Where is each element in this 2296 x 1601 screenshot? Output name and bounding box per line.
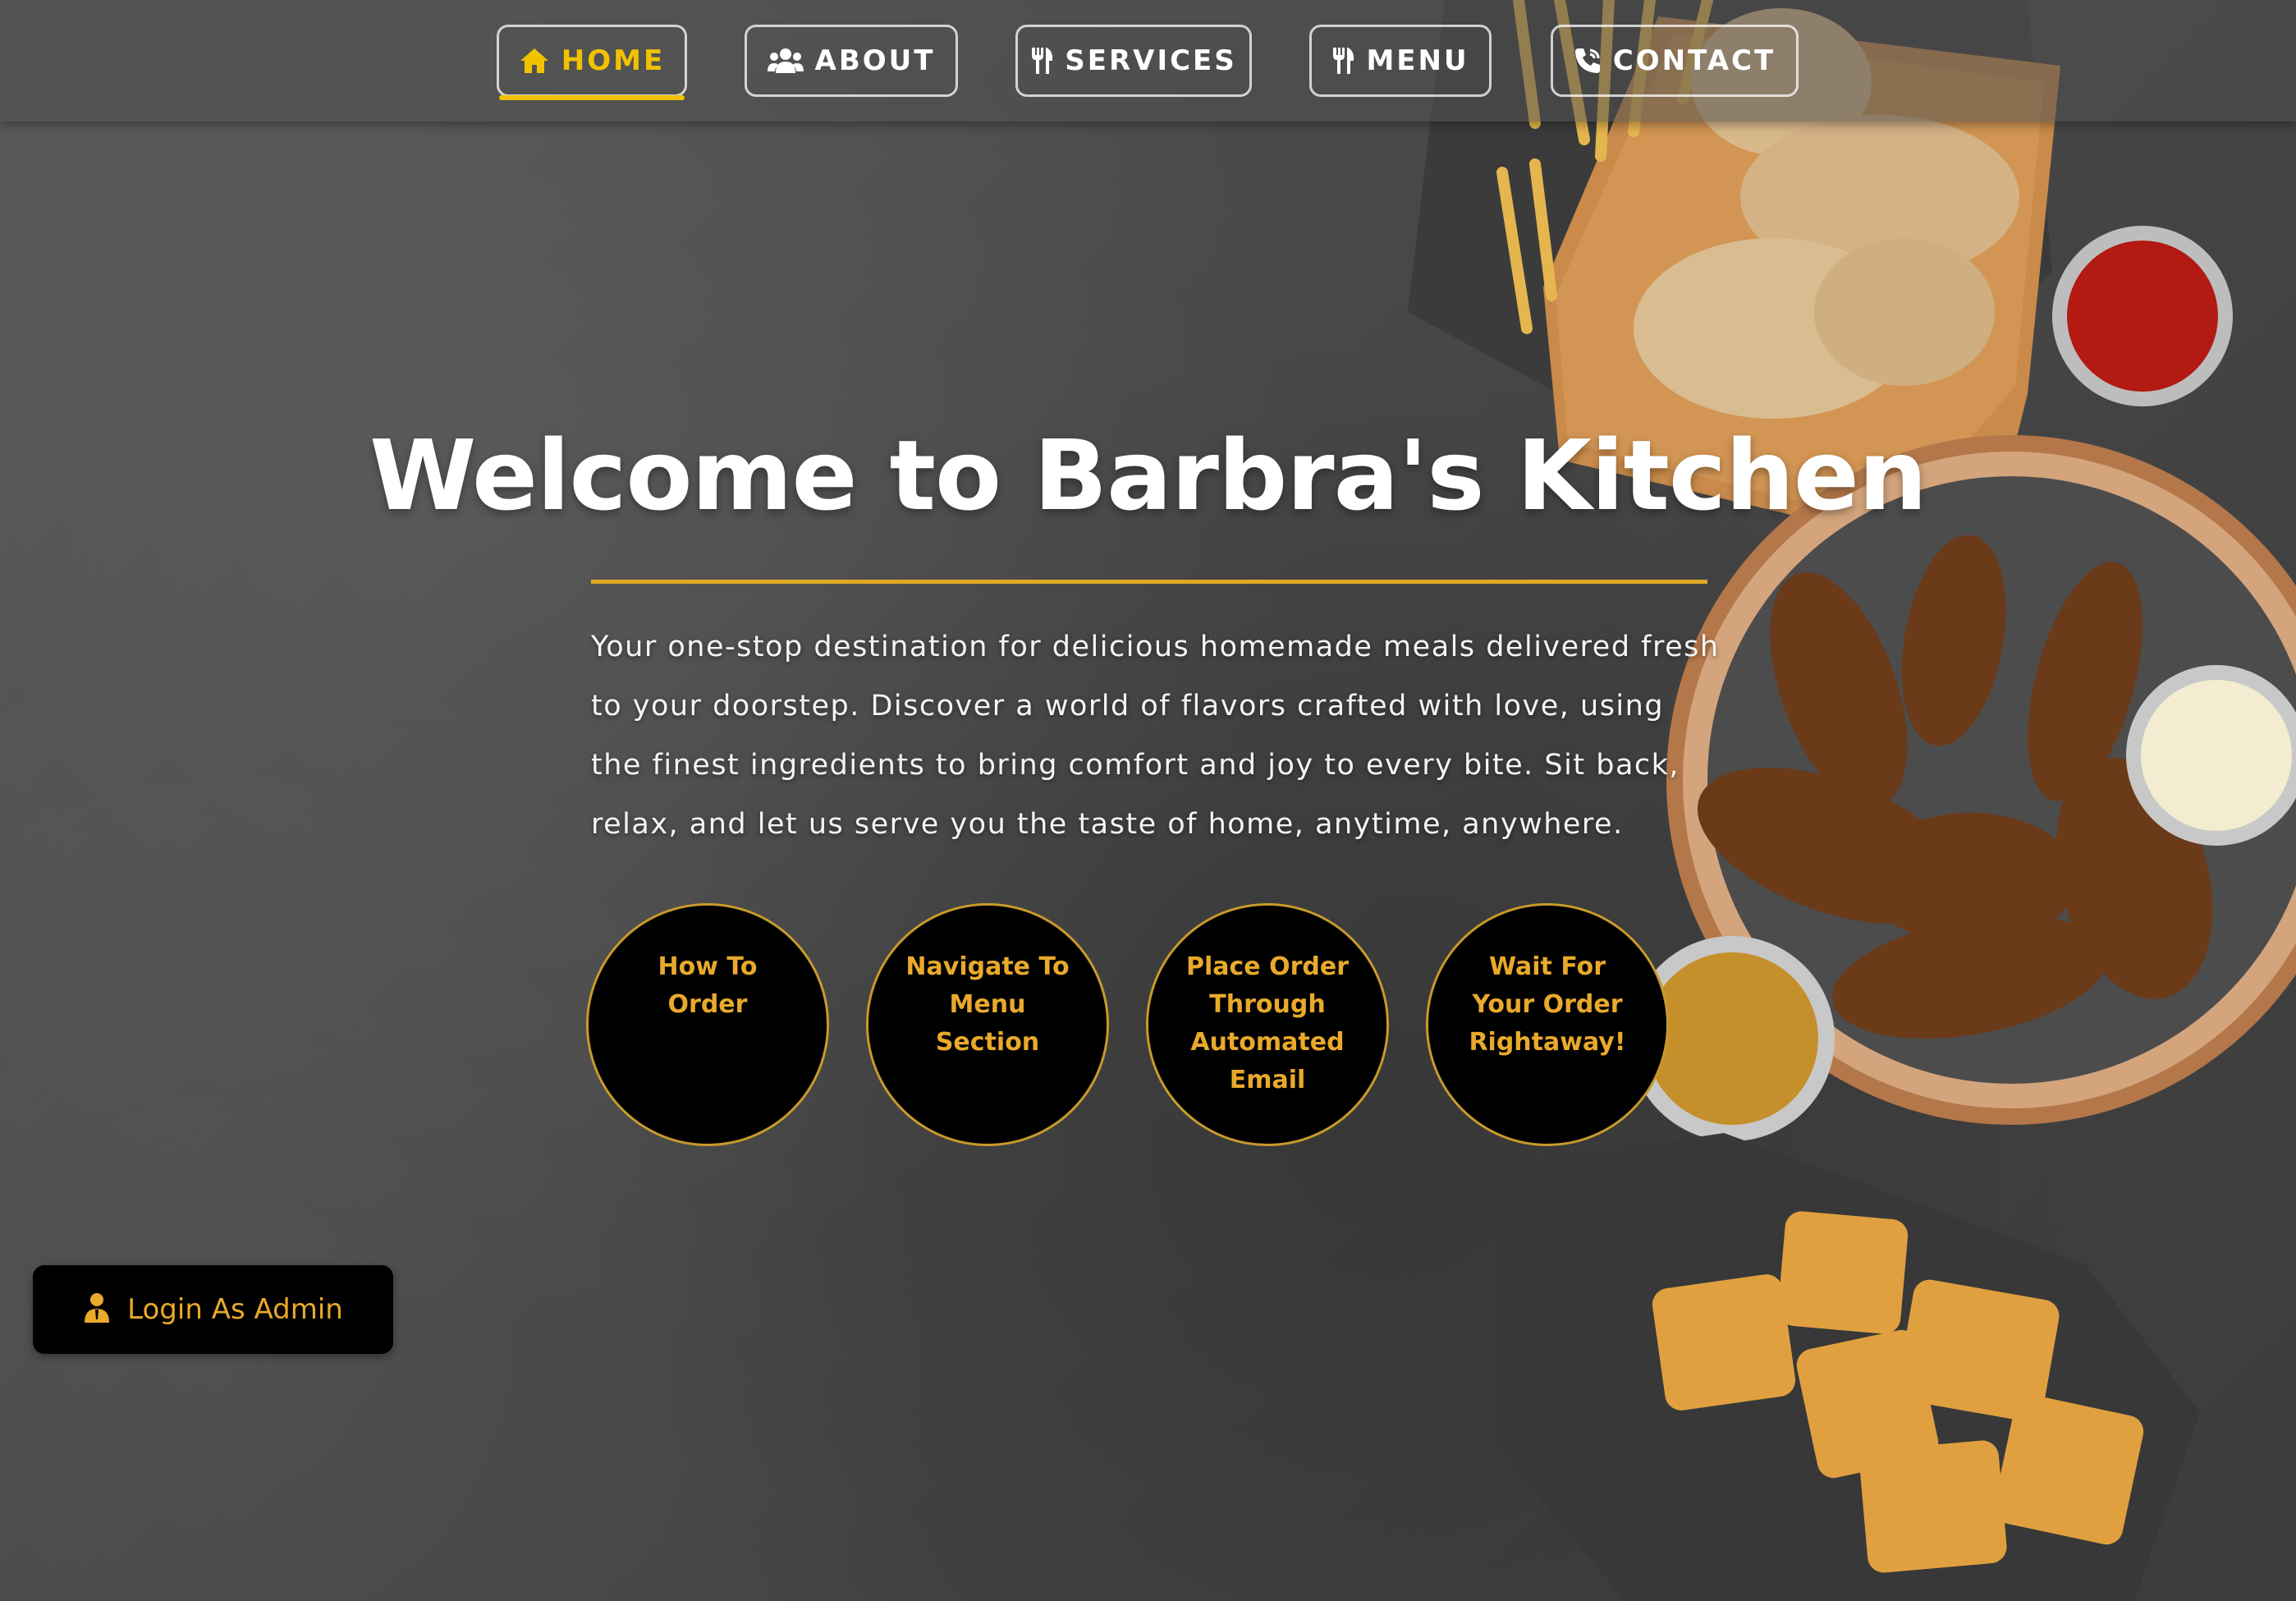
top-navbar: HOME ABOUT SERVICES MENU CONTACT — [0, 0, 2296, 122]
nav-services[interactable]: SERVICES — [1015, 25, 1252, 97]
utensils-icon — [1331, 46, 1354, 76]
step-label: Navigate To Menu Section — [905, 952, 1070, 1057]
hero-description: Your one-stop destination for delicious … — [591, 631, 1720, 841]
login-as-admin-label: Login As Admin — [127, 1293, 343, 1326]
step-label: Place Order Through Automated Email — [1185, 952, 1349, 1094]
admin-user-icon — [83, 1291, 111, 1328]
nav-menu-label: MENU — [1366, 44, 1469, 77]
step-wait-for-order[interactable]: Wait For Your Order Rightaway! — [1426, 903, 1669, 1146]
nav-services-label: SERVICES — [1065, 44, 1237, 77]
nav-menu[interactable]: MENU — [1309, 25, 1492, 97]
title-underline-divider — [591, 580, 1707, 584]
step-navigate-to-menu[interactable]: Navigate To Menu Section — [866, 903, 1109, 1146]
nav-contact-label: CONTACT — [1612, 44, 1776, 77]
step-place-order[interactable]: Place Order Through Automated Email — [1146, 903, 1389, 1146]
phone-icon — [1574, 47, 1602, 75]
nav-about-label: ABOUT — [814, 44, 936, 77]
step-how-to-order[interactable]: How To Order — [586, 903, 829, 1146]
utensils-icon — [1030, 46, 1053, 76]
users-icon — [767, 47, 804, 75]
nav-about[interactable]: ABOUT — [745, 25, 958, 97]
step-label: How To Order — [658, 952, 758, 1019]
step-label: Wait For Your Order Rightaway! — [1469, 952, 1626, 1057]
nav-contact[interactable]: CONTACT — [1551, 25, 1799, 97]
login-as-admin-button[interactable]: Login As Admin — [33, 1265, 393, 1354]
hero-title: Welcome to Barbra's Kitchen — [369, 419, 1927, 532]
home-icon — [519, 47, 550, 75]
nav-home[interactable]: HOME — [497, 25, 687, 100]
nav-home-label: HOME — [561, 44, 666, 77]
